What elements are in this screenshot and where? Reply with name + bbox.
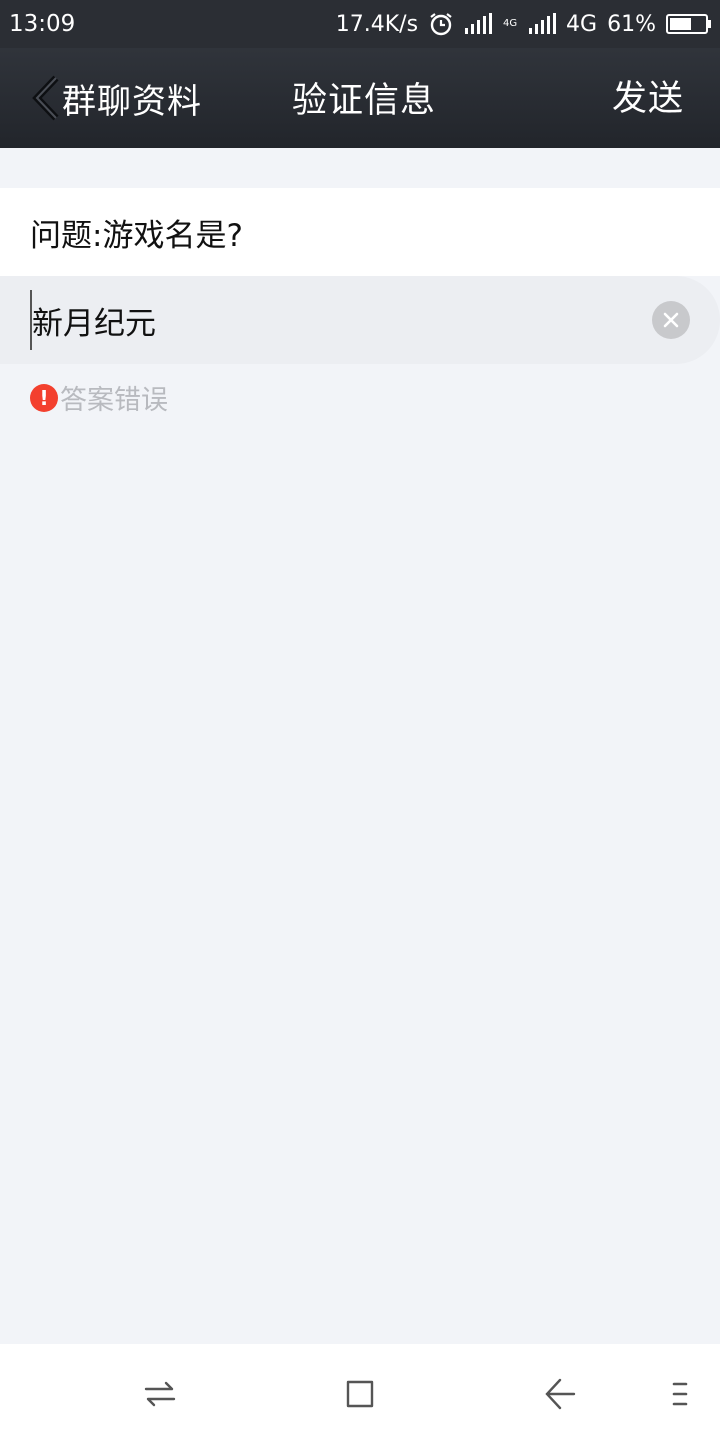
page-title: 验证信息: [292, 81, 437, 121]
back-button[interactable]: 群聊资料: [30, 70, 202, 126]
answer-input[interactable]: [30, 290, 630, 350]
send-button[interactable]: 发送: [612, 70, 684, 121]
error-text: 答案错误: [60, 385, 168, 416]
signal-icon-2: [528, 13, 557, 35]
network-small-icon: 4G: [502, 18, 518, 29]
nav-bar: [0, 1344, 720, 1440]
battery-percent: 61%: [607, 11, 656, 37]
network-speed: 17.4K/s: [335, 11, 419, 37]
battery-icon: [666, 14, 712, 34]
switch-icon[interactable]: [140, 1374, 180, 1414]
back-arrow-icon[interactable]: [540, 1374, 580, 1414]
alarm-icon: [428, 11, 454, 37]
home-icon[interactable]: [340, 1374, 380, 1414]
error-row: ! 答案错误: [30, 378, 168, 417]
menu-icon[interactable]: [660, 1374, 700, 1414]
status-bar: 13:09 17.4K/s 4G 4G 61%: [0, 0, 720, 48]
status-right: 17.4K/s 4G 4G 61%: [336, 11, 712, 37]
title-bar: 群聊资料 验证信息 发送: [0, 48, 720, 148]
question-row: 问题:游戏名是?: [0, 188, 720, 276]
status-time: 13:09: [9, 11, 76, 37]
clear-icon[interactable]: [652, 301, 690, 339]
answer-row: [0, 276, 720, 364]
network-label: 4G: [566, 11, 598, 37]
chevron-left-icon: [30, 74, 60, 122]
back-label: 群聊资料: [62, 81, 202, 122]
signal-icon: [464, 13, 493, 35]
question-text: 问题:游戏名是?: [30, 217, 243, 254]
error-icon: !: [30, 383, 58, 412]
